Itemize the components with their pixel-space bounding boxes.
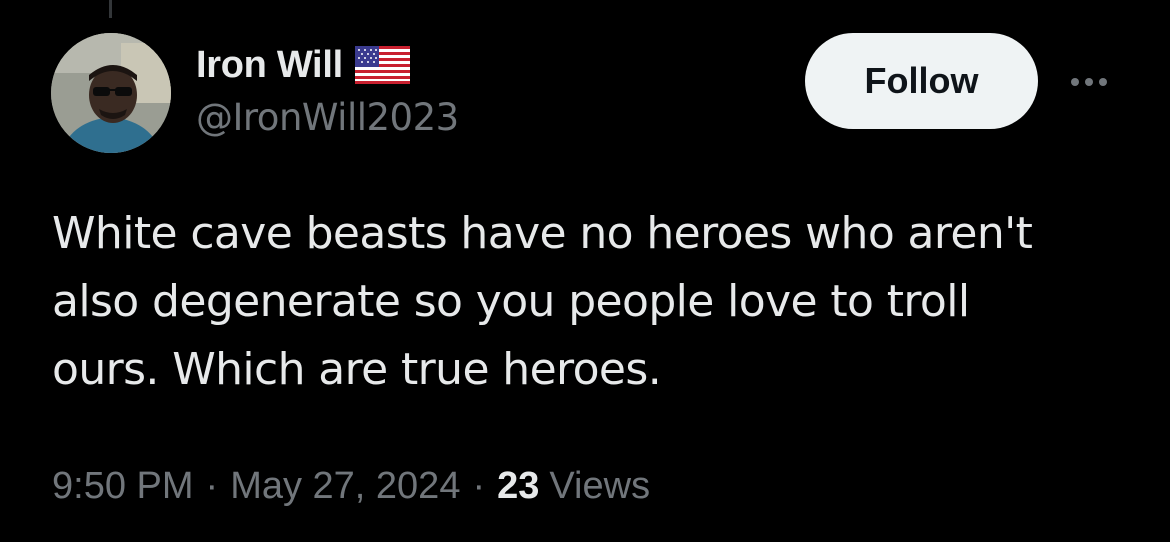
post-text-line: White cave beasts have no heroes who are…	[52, 208, 1033, 259]
more-options-icon[interactable]	[1063, 64, 1115, 100]
post-text: White cave beasts have no heroes who are…	[52, 200, 1142, 404]
avatar[interactable]	[51, 33, 171, 153]
separator: ·	[472, 465, 486, 507]
post-text-line: ours. Which are true heroes.	[52, 344, 662, 395]
author-display-name[interactable]: Iron Will	[196, 44, 343, 87]
more-dot	[1071, 78, 1079, 86]
more-dot	[1099, 78, 1107, 86]
author-name-row: Iron Will	[196, 40, 410, 90]
separator: ·	[205, 465, 219, 507]
views-count[interactable]: 23	[497, 465, 539, 508]
us-flag-icon	[354, 46, 410, 84]
views-label[interactable]: Views	[549, 465, 650, 508]
post-time[interactable]: 9:50 PM	[52, 465, 194, 508]
more-dot	[1085, 78, 1093, 86]
post-date[interactable]: May 27, 2024	[230, 465, 460, 508]
avatar-photo	[51, 33, 171, 153]
author-handle[interactable]: @IronWill2023	[196, 96, 459, 139]
follow-button[interactable]: Follow	[805, 33, 1038, 129]
post-text-line: also degenerate so you people love to tr…	[52, 276, 970, 327]
thread-connector-line	[109, 0, 112, 18]
post-meta: 9:50 PM · May 27, 2024 · 23 Views	[52, 465, 650, 508]
